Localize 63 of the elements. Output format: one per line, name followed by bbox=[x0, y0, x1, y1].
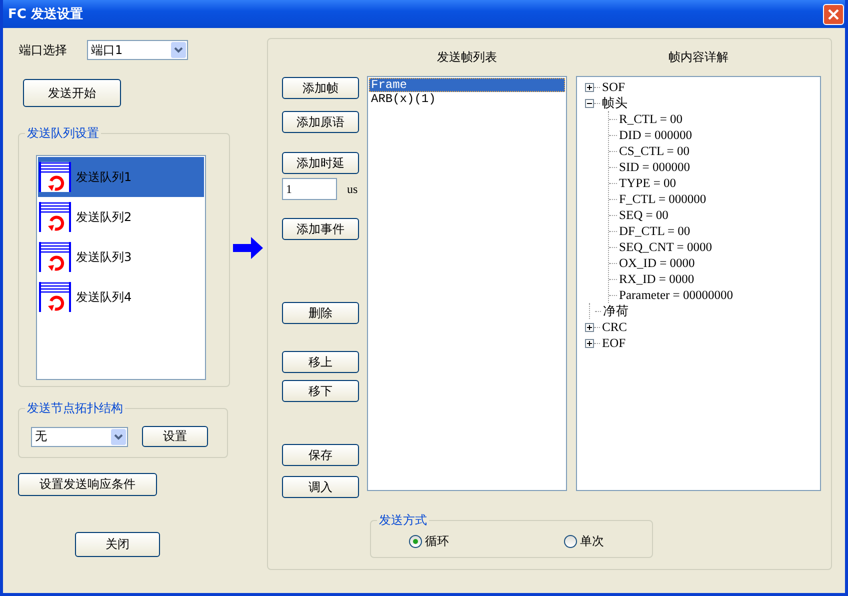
queue-list[interactable]: 发送队列1 发送队列2 发送队列3 发送队列4 bbox=[36, 155, 206, 380]
queue-icon bbox=[39, 241, 71, 273]
close-icon bbox=[827, 8, 840, 20]
response-condition-button[interactable]: 设置发送响应条件 bbox=[18, 473, 157, 496]
queue-icon bbox=[39, 281, 71, 313]
tree-heading: 帧内容详解 bbox=[668, 49, 730, 66]
queue-icon bbox=[39, 201, 71, 233]
queue-item[interactable]: 发送队列1 bbox=[38, 157, 204, 197]
action-button[interactable]: 添加原语 bbox=[282, 111, 359, 133]
action-button[interactable]: 删除 bbox=[282, 302, 359, 324]
tree-item[interactable]: Parameter = 00000000 bbox=[619, 288, 733, 302]
list-heading: 发送帧列表 bbox=[436, 49, 498, 66]
unit-label: us bbox=[347, 182, 358, 196]
tree-item[interactable]: SEQ_CNT = 0000 bbox=[619, 240, 712, 254]
expander-icon[interactable] bbox=[585, 98, 594, 108]
tree-item[interactable]: DID = 000000 bbox=[619, 128, 692, 142]
group-title: 发送节点拓扑结构 bbox=[26, 400, 124, 417]
start-button[interactable]: 发送开始 bbox=[23, 79, 121, 107]
queue-icon bbox=[39, 161, 71, 193]
action-button[interactable]: 保存 bbox=[282, 444, 359, 466]
tree-item[interactable]: OX_ID = 0000 bbox=[619, 256, 695, 270]
delay-input[interactable]: 1 bbox=[282, 178, 337, 200]
action-button[interactable]: 调入 bbox=[282, 476, 359, 498]
group-title: 发送方式 bbox=[378, 512, 428, 529]
topology-dropdown[interactable]: 无 bbox=[31, 426, 128, 446]
radio-option[interactable]: 循环 bbox=[409, 533, 449, 550]
tree-item[interactable]: 净荷 bbox=[603, 302, 629, 320]
expander-icon[interactable] bbox=[585, 322, 594, 332]
port-dropdown[interactable]: 端口1 bbox=[87, 40, 188, 60]
close-dialog-button[interactable]: 关闭 bbox=[75, 532, 160, 557]
tree-item[interactable]: DF_CTL = 00 bbox=[619, 224, 690, 238]
tree-item[interactable]: SOF bbox=[602, 80, 625, 94]
tree-item[interactable]: R_CTL = 00 bbox=[619, 112, 683, 126]
tree-item[interactable]: CS_CTL = 00 bbox=[619, 144, 690, 158]
action-button[interactable]: 添加帧 bbox=[282, 77, 359, 99]
queue-item[interactable]: 发送队列4 bbox=[38, 277, 204, 317]
frame-list-item[interactable]: Frame bbox=[369, 78, 565, 92]
tree-item[interactable]: CRC bbox=[602, 320, 628, 334]
action-button[interactable]: 添加事件 bbox=[282, 218, 359, 240]
action-button[interactable]: 添加时延 bbox=[282, 152, 359, 174]
settings-button[interactable]: 设置 bbox=[142, 426, 208, 447]
expander-icon[interactable] bbox=[585, 338, 594, 348]
tree-item[interactable]: EOF bbox=[602, 336, 626, 350]
frame-list-item[interactable]: ARB(x)(1) bbox=[369, 92, 565, 106]
tree-item[interactable]: F_CTL = 000000 bbox=[619, 192, 706, 206]
tree-item[interactable]: 帧头 bbox=[602, 94, 628, 112]
right-arrow-icon bbox=[233, 237, 263, 259]
frame-list[interactable]: Frame ARB(x)(1) bbox=[367, 76, 567, 491]
group-title: 发送队列设置 bbox=[26, 125, 100, 142]
tree-item[interactable]: TYPE = 00 bbox=[619, 176, 676, 190]
radio-option[interactable]: 单次 bbox=[564, 533, 604, 550]
close-button[interactable] bbox=[823, 4, 844, 24]
action-button[interactable]: 移上 bbox=[282, 351, 359, 373]
window-title: FC 发送设置 bbox=[8, 6, 83, 23]
action-button[interactable]: 移下 bbox=[282, 380, 359, 402]
port-label: 端口选择 bbox=[19, 42, 68, 58]
tree-item[interactable]: SID = 000000 bbox=[619, 160, 690, 174]
frame-tree[interactable]: SOF 帧头 R_CTL = 00 DID = 000000 CS_CTL = 00 SID = 000000 TYPE = 00 F_CTL = 000000 SEQ = 00 DF_CTL = 00 SEQ_CNT = 0000 OX_ID = 0000 RX_ID = 0000 Parameter = 00000000 净荷 CRC EOF bbox=[576, 76, 821, 491]
expander-icon[interactable] bbox=[585, 82, 594, 92]
queue-item[interactable]: 发送队列3 bbox=[38, 237, 204, 277]
tree-item[interactable]: SEQ = 00 bbox=[619, 208, 668, 222]
queue-item[interactable]: 发送队列2 bbox=[38, 197, 204, 237]
tree-item[interactable]: RX_ID = 0000 bbox=[619, 272, 694, 286]
